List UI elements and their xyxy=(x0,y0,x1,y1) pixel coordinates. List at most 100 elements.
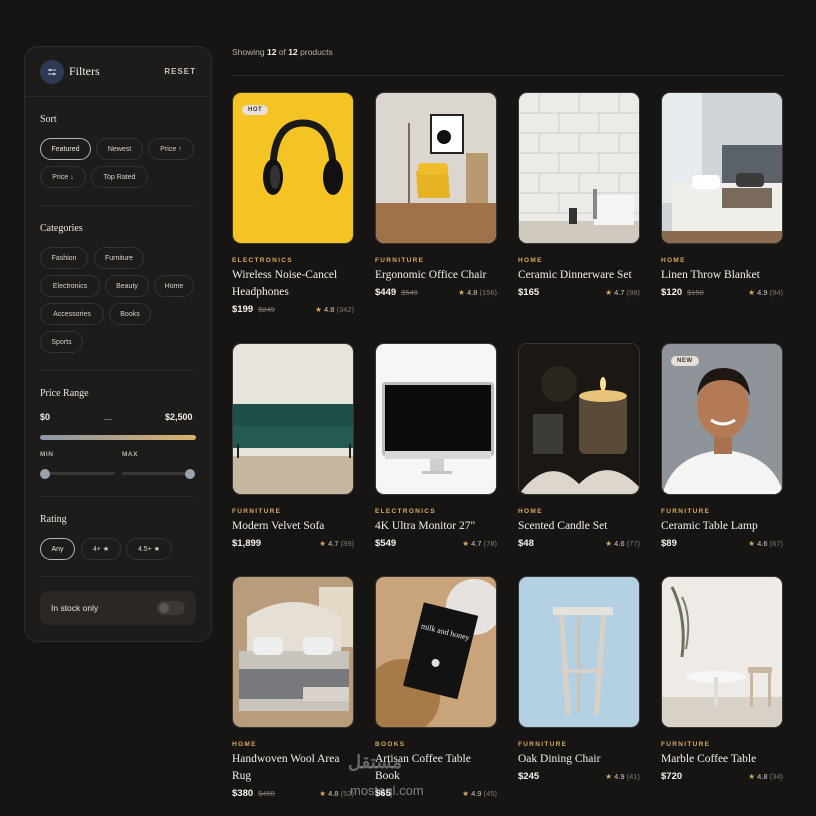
star-icon: ★ xyxy=(458,288,465,297)
category-books[interactable]: Books xyxy=(109,303,151,325)
product-image[interactable] xyxy=(375,92,497,244)
sort-option-featured[interactable]: Featured xyxy=(40,138,91,160)
product-rating: ★ 4.7 (98) xyxy=(605,288,640,297)
product-rating: ★ 4.8 (156) xyxy=(458,288,497,297)
product-name[interactable]: Oak Dining Chair xyxy=(518,751,640,768)
sort-option-top-rated[interactable]: Top Rated xyxy=(91,166,148,188)
rating-count: (156) xyxy=(479,288,497,297)
product-old-price: $549 xyxy=(401,288,418,297)
results-count: Showing 12 of 12 products xyxy=(232,47,333,57)
rating-option-4plus[interactable]: 4+ ★ xyxy=(81,538,121,560)
product-old-price: $450 xyxy=(258,789,275,798)
star-icon: ★ xyxy=(748,288,756,297)
rating-value: 4.8 xyxy=(328,789,339,798)
rating-value: 4.9 xyxy=(471,789,482,798)
product-meta: $380 $450 ★ 4.8 (52) xyxy=(232,788,354,799)
product-card[interactable]: HOT ELECTRONICS Wireless Noise-Cancel Head… xyxy=(232,92,354,315)
category-furniture[interactable]: Furniture xyxy=(94,247,144,269)
product-card[interactable]: ELECTRONICS 4K Ultra Monitor 27" $549 ★ 4.7… xyxy=(375,343,497,549)
product-image[interactable] xyxy=(518,576,640,728)
product-meta: $48 ★ 4.6 (77) xyxy=(518,538,640,549)
reset-button[interactable]: RESET xyxy=(164,67,196,76)
product-name[interactable]: Ceramic Table Lamp xyxy=(661,518,783,535)
category-sports[interactable]: Sports xyxy=(40,331,83,353)
product-name[interactable]: Modern Velvet Sofa xyxy=(232,518,354,535)
category-fashion[interactable]: Fashion xyxy=(40,247,88,269)
product-category: FURNITURE xyxy=(518,741,568,748)
product-card[interactable]: HOME Ceramic Dinnerware Set $165 ★ 4.7 (98) xyxy=(518,92,640,298)
watermark-url: mostaql.com xyxy=(350,783,424,798)
product-card[interactable]: HOME Handwoven Wool Area Rug $380 $450 ★ 4.8… xyxy=(232,576,354,799)
in-stock-toggle[interactable] xyxy=(157,601,185,615)
star-icon: ★ xyxy=(319,539,327,548)
product-name[interactable]: Ergonomic Office Chair xyxy=(375,267,497,284)
product-name[interactable]: Scented Candle Set xyxy=(518,518,640,535)
product-price: $245 xyxy=(518,771,540,782)
product-name[interactable]: Handwoven Wool Area Rug xyxy=(232,751,354,785)
in-stock-row: In stock only xyxy=(40,591,196,625)
rating-count: (34) xyxy=(769,772,783,781)
rating-title: Rating xyxy=(40,514,67,525)
min-slider-handle[interactable] xyxy=(40,469,50,479)
results-total: 12 xyxy=(288,47,298,57)
star-icon: ★ xyxy=(462,789,470,798)
filters-header: Filters RESET xyxy=(25,47,211,97)
product-category: FURNITURE xyxy=(375,257,425,264)
product-category: HOME xyxy=(661,257,686,264)
product-name[interactable]: Marble Coffee Table xyxy=(661,751,783,768)
sort-option-newest[interactable]: Newest xyxy=(96,138,143,160)
rating-count: (98) xyxy=(626,288,640,297)
product-meta: $549 ★ 4.7 (78) xyxy=(375,538,497,549)
sort-option-price-desc[interactable]: Price ↓ xyxy=(40,166,86,188)
product-image[interactable] xyxy=(661,92,783,244)
sort-option-price-asc[interactable]: Price ↑ xyxy=(148,138,194,160)
product-category: FURNITURE xyxy=(232,508,282,515)
product-name[interactable]: 4K Ultra Monitor 27" xyxy=(375,518,497,535)
product-image[interactable]: NEW xyxy=(661,343,783,495)
product-meta: $199 $249 ★ 4.8 (342) xyxy=(232,304,354,315)
product-price: $449 xyxy=(375,287,397,298)
rating-option-45plus[interactable]: 4.5+ ★ xyxy=(126,538,172,560)
category-accessories[interactable]: Accessories xyxy=(40,303,104,325)
product-name[interactable]: Wireless Noise-Cancel Headphones xyxy=(232,267,354,301)
product-name[interactable]: Linen Throw Blanket xyxy=(661,267,783,284)
product-image[interactable] xyxy=(661,576,783,728)
divider xyxy=(40,370,196,371)
price-range-title: Price Range xyxy=(40,388,89,399)
product-card[interactable]: HOME Linen Throw Blanket $120 $150 ★ 4.9 (94… xyxy=(661,92,783,298)
product-image[interactable] xyxy=(232,576,354,728)
star-icon: ★ xyxy=(319,789,327,798)
product-category: FURNITURE xyxy=(661,508,711,515)
product-meta: $120 $150 ★ 4.9 (94) xyxy=(661,287,783,298)
category-home[interactable]: Home xyxy=(154,275,194,297)
product-card[interactable]: FURNITURE Ergonomic Office Chair $449 $549 ★… xyxy=(375,92,497,298)
product-image[interactable] xyxy=(232,343,354,495)
product-rating: ★ 4.7 (78) xyxy=(462,539,497,548)
product-card[interactable]: NEW FURNITURE Ceramic Table Lamp $89 ★ 4.6 (… xyxy=(661,343,783,549)
category-beauty[interactable]: Beauty xyxy=(105,275,149,297)
product-category: HOME xyxy=(518,257,543,264)
product-card[interactable]: FURNITURE Marble Coffee Table $720 ★ 4.8 (3… xyxy=(661,576,783,782)
product-image[interactable] xyxy=(518,92,640,244)
max-slider-handle[interactable] xyxy=(185,469,195,479)
product-rating: ★ 4.8 (342) xyxy=(315,305,354,314)
product-card[interactable]: FURNITURE Oak Dining Chair $245 ★ 4.9 (41) xyxy=(518,576,640,782)
product-image[interactable]: HOT xyxy=(232,92,354,244)
product-image[interactable]: milk and honey xyxy=(375,576,497,728)
product-image[interactable] xyxy=(375,343,497,495)
product-category: ELECTRONICS xyxy=(232,257,293,264)
product-price: $48 xyxy=(518,538,534,549)
min-slider-track[interactable] xyxy=(45,472,115,475)
product-card[interactable]: FURNITURE Modern Velvet Sofa $1,899 ★ 4.7 (… xyxy=(232,343,354,549)
product-card[interactable]: HOME Scented Candle Set $48 ★ 4.6 (77) xyxy=(518,343,640,549)
category-electronics[interactable]: Electronics xyxy=(40,275,100,297)
product-meta: $449 $549 ★ 4.8 (156) xyxy=(375,287,497,298)
max-slider-track[interactable] xyxy=(122,472,192,475)
rating-value: 4.8 xyxy=(323,305,335,314)
product-image[interactable] xyxy=(518,343,640,495)
rating-option-any[interactable]: Any xyxy=(40,538,75,560)
star-icon: ★ xyxy=(605,539,613,548)
rating-value: 4.8 xyxy=(757,772,768,781)
product-rating: ★ 4.9 (45) xyxy=(462,789,497,798)
product-name[interactable]: Ceramic Dinnerware Set xyxy=(518,267,640,284)
